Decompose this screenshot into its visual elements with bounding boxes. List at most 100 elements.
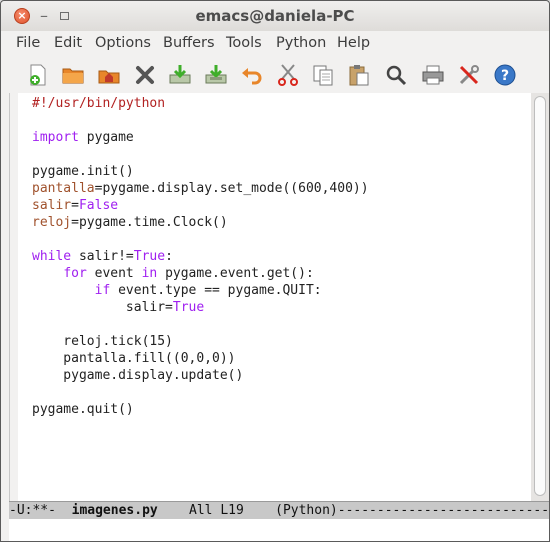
code-token: : xyxy=(165,249,173,264)
new-file-icon xyxy=(30,64,46,86)
code-token: salir xyxy=(32,198,72,213)
code-token: reloj xyxy=(32,215,72,230)
emacs-window: × – emacs@daniela-PC File Edit Options B… xyxy=(0,0,550,542)
code-token: True xyxy=(172,300,205,315)
code-token: #!/usr/bin/python xyxy=(32,96,166,111)
vertical-scrollbar[interactable] xyxy=(531,93,549,501)
window-title: emacs@daniela-PC xyxy=(195,7,355,25)
code-line[interactable]: while salir!=True: xyxy=(32,248,369,265)
menu-python[interactable]: Python xyxy=(276,35,326,51)
title-bar[interactable]: × – emacs@daniela-PC xyxy=(1,1,549,31)
code-line[interactable]: pygame.quit() xyxy=(32,401,369,418)
help-button[interactable]: ? xyxy=(491,61,519,89)
code-line[interactable] xyxy=(32,384,369,401)
code-token: import xyxy=(32,130,79,145)
code-token: pygame.display.update() xyxy=(32,368,244,383)
dired-button[interactable] xyxy=(95,61,123,89)
code-token: =pygame.time.Clock() xyxy=(71,215,228,230)
code-line[interactable]: pygame.display.update() xyxy=(32,367,369,384)
mode-line: -U:**- imagenes.py All L19 (Python)-----… xyxy=(9,501,550,519)
code-line[interactable]: reloj.tick(15) xyxy=(32,333,369,350)
code-line[interactable] xyxy=(32,146,369,163)
modeline-dashes: ------------------------------ xyxy=(337,503,550,518)
code-token: for xyxy=(63,266,87,281)
menu-buffers[interactable]: Buffers xyxy=(163,35,215,51)
code-token: False xyxy=(78,198,119,213)
code-token: salir!= xyxy=(71,249,134,264)
cut-button[interactable] xyxy=(274,61,302,89)
code-token: pantalla xyxy=(32,181,95,196)
code-token: salir= xyxy=(32,300,173,315)
code-token: =pygame.display.set_mode((600,400)) xyxy=(94,181,369,196)
menu-file[interactable]: File xyxy=(16,35,40,51)
modeline-position: All L19 xyxy=(157,503,276,518)
code-token: pygame xyxy=(78,130,134,145)
menu-options[interactable]: Options xyxy=(95,35,151,51)
copy-icon xyxy=(313,65,333,86)
code-token: pygame.init() xyxy=(32,164,134,179)
new-file-button[interactable] xyxy=(24,61,52,89)
print-button[interactable] xyxy=(419,61,447,89)
paste-icon xyxy=(349,65,369,86)
code-token: reloj.tick(15) xyxy=(32,334,173,349)
tool-bar: ? xyxy=(1,57,549,93)
undo-button[interactable] xyxy=(238,61,266,89)
code-line[interactable]: salir=True xyxy=(32,299,369,316)
menu-bar: File Edit Options Buffers Tools Python H… xyxy=(1,31,549,57)
code-token: event.type == pygame.QUIT: xyxy=(110,283,322,298)
code-line[interactable]: import pygame xyxy=(32,129,369,146)
help-icon: ? xyxy=(494,64,516,86)
modeline-major-mode: (Python) xyxy=(275,503,338,518)
code-line[interactable] xyxy=(32,316,369,333)
code-token: = xyxy=(71,198,79,213)
open-file-button[interactable] xyxy=(59,61,87,89)
svg-text:?: ? xyxy=(501,68,509,84)
print-icon xyxy=(422,65,444,85)
code-line[interactable]: salir=False xyxy=(32,197,369,214)
code-line[interactable]: pygame.init() xyxy=(32,163,369,180)
code-token: in xyxy=(141,266,158,281)
code-token: True xyxy=(133,249,166,264)
menu-edit[interactable]: Edit xyxy=(54,35,82,51)
kill-buffer-button[interactable] xyxy=(131,61,159,89)
code-token: pantalla.fill((0,0,0)) xyxy=(32,351,236,366)
preferences-button[interactable] xyxy=(455,61,483,89)
save-as-icon xyxy=(205,65,227,84)
code-line[interactable]: pantalla=pygame.display.set_mode((600,40… xyxy=(32,180,369,197)
code-line[interactable]: for event in pygame.event.get(): xyxy=(32,265,369,282)
code-line[interactable]: if event.type == pygame.QUIT: xyxy=(32,282,369,299)
code-token: if xyxy=(94,283,111,298)
code-line[interactable]: #!/usr/bin/python xyxy=(32,95,369,112)
kill-buffer-icon xyxy=(136,66,154,84)
modeline-status: -U:**- xyxy=(9,503,72,518)
modeline-buffer-name: imagenes.py xyxy=(71,503,158,518)
code-token: event xyxy=(86,266,142,281)
code-line[interactable] xyxy=(32,231,369,248)
search-icon xyxy=(386,65,407,86)
copy-button[interactable] xyxy=(309,61,337,89)
code-token: pygame.event.get(): xyxy=(157,266,314,281)
code-line[interactable]: reloj=pygame.time.Clock() xyxy=(32,214,369,231)
code-text[interactable]: #!/usr/bin/python import pygame pygame.ini… xyxy=(32,95,369,418)
code-line[interactable]: pantalla.fill((0,0,0)) xyxy=(32,350,369,367)
menu-tools[interactable]: Tools xyxy=(226,35,262,51)
minibuffer[interactable] xyxy=(9,519,549,541)
code-token: while xyxy=(32,249,72,264)
save-as-button[interactable] xyxy=(202,61,230,89)
scrollbar-thumb[interactable] xyxy=(534,96,546,496)
editor-buffer[interactable]: #!/usr/bin/python import pygame pygame.ini… xyxy=(9,93,532,501)
save-button[interactable] xyxy=(166,61,194,89)
menu-help[interactable]: Help xyxy=(337,35,370,51)
save-icon xyxy=(169,65,191,84)
search-button[interactable] xyxy=(382,61,410,89)
code-line[interactable] xyxy=(32,112,369,129)
undo-icon xyxy=(242,68,262,85)
dired-icon xyxy=(98,70,120,84)
open-folder-icon xyxy=(62,68,84,84)
paste-button[interactable] xyxy=(345,61,373,89)
cut-icon xyxy=(278,64,298,86)
left-fringe xyxy=(10,93,18,501)
code-token: pygame.quit() xyxy=(32,402,134,417)
